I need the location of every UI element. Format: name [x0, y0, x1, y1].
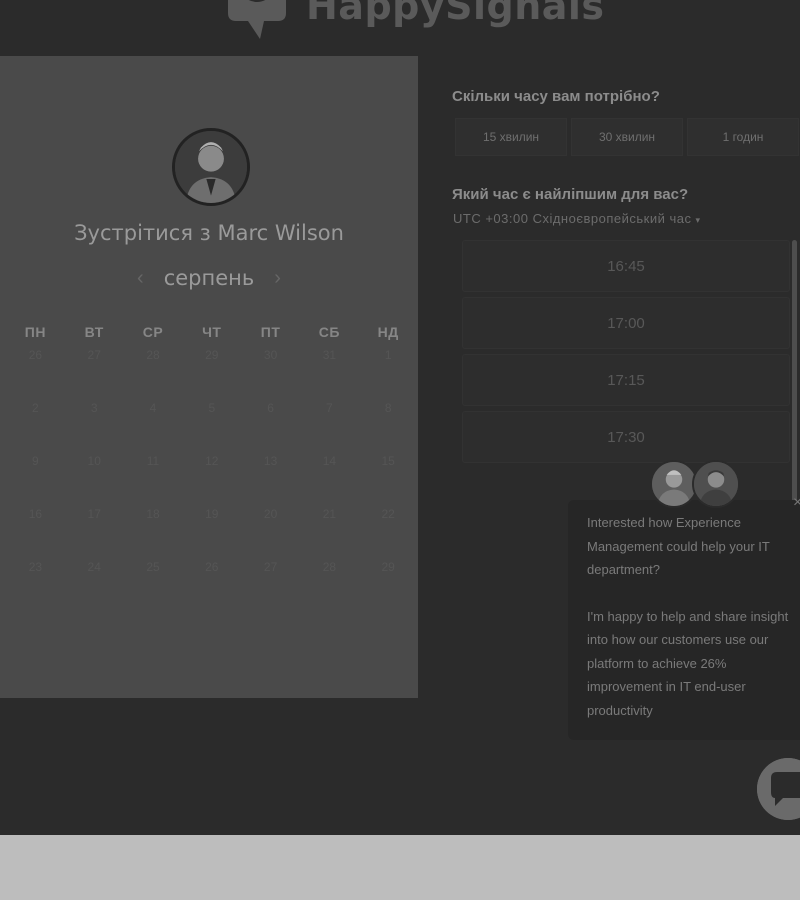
- calendar-day[interactable]: 27: [241, 558, 300, 611]
- month-label: серпень: [163, 266, 255, 290]
- calendar-day[interactable]: 12: [182, 452, 241, 505]
- agent-avatar: [650, 460, 698, 508]
- calendar-day[interactable]: 24: [65, 558, 124, 611]
- calendar-day[interactable]: 28: [300, 558, 359, 611]
- time-slot[interactable]: 16:45: [462, 240, 790, 292]
- calendar-day[interactable]: 30: [241, 346, 300, 399]
- weekday-label: ВТ: [84, 324, 104, 340]
- calendar-day[interactable]: 16: [6, 505, 65, 558]
- calendar-day[interactable]: 2: [6, 399, 65, 452]
- calendar-day[interactable]: 31: [300, 346, 359, 399]
- month-navigation: ‹ серпень ›: [0, 266, 418, 290]
- calendar-day[interactable]: 22: [359, 505, 418, 558]
- chat-message-intro: Interested how Experience Management cou…: [587, 515, 770, 577]
- close-icon[interactable]: ×: [793, 494, 800, 512]
- duration-option-60[interactable]: 1 годин: [687, 118, 799, 156]
- chat-message: Interested how Experience Management cou…: [587, 511, 800, 745]
- logo-icon: [228, 0, 286, 39]
- calendar-day[interactable]: 26: [6, 346, 65, 399]
- calendar-day[interactable]: 3: [65, 399, 124, 452]
- calendar-day[interactable]: 7: [300, 399, 359, 452]
- calendar-day[interactable]: 28: [124, 346, 183, 399]
- duration-option-15[interactable]: 15 хвилин: [455, 118, 567, 156]
- calendar-day[interactable]: 29: [182, 346, 241, 399]
- weekday-label: СБ: [318, 324, 340, 340]
- calendar-day[interactable]: 1: [359, 346, 418, 399]
- calendar-day[interactable]: 11: [124, 452, 183, 505]
- chat-launcher-button[interactable]: [757, 758, 800, 820]
- weekday-label: СР: [142, 324, 164, 340]
- timezone-label: UTC +03:00 Східноєвропейський час: [453, 211, 692, 226]
- calendar-day[interactable]: 19: [182, 505, 241, 558]
- page-overlay: HappySignals Зустрітися з Marc Wilson ‹ …: [0, 0, 800, 835]
- duration-question: Скільки часу вам потрібно?: [452, 88, 660, 105]
- timezone-selector[interactable]: UTC +03:00 Східноєвропейський час ▾: [453, 211, 701, 226]
- calendar-day[interactable]: 26: [182, 558, 241, 611]
- chevron-left-icon[interactable]: ‹: [137, 267, 144, 290]
- calendar-day[interactable]: 8: [359, 399, 418, 452]
- calendar-day[interactable]: 10: [65, 452, 124, 505]
- caret-down-icon: ▾: [695, 215, 701, 225]
- calendar-day[interactable]: 5: [182, 399, 241, 452]
- duration-option-30[interactable]: 30 хвилин: [571, 118, 683, 156]
- weekday-label: ПН: [24, 324, 46, 340]
- weekday-label: ЧТ: [202, 324, 222, 340]
- weekday-label: ПТ: [260, 324, 281, 340]
- chat-avatars: [650, 460, 750, 510]
- calendar-day[interactable]: 27: [65, 346, 124, 399]
- calendar-day[interactable]: 17: [65, 505, 124, 558]
- weekday-label: НД: [377, 324, 399, 340]
- calendar-day[interactable]: 23: [6, 558, 65, 611]
- chat-bubble-icon: [757, 758, 800, 820]
- calendar-day[interactable]: 25: [124, 558, 183, 611]
- calendar-day[interactable]: 29: [359, 558, 418, 611]
- calendar-day[interactable]: 4: [124, 399, 183, 452]
- calendar-day[interactable]: 21: [300, 505, 359, 558]
- time-slot[interactable]: 17:30: [462, 411, 790, 463]
- calendar-day[interactable]: 20: [241, 505, 300, 558]
- host-avatar: [172, 128, 250, 206]
- weekday-header: ПН ВТ СР ЧТ ПТ СБ НД: [6, 324, 418, 340]
- calendar-day[interactable]: 14: [300, 452, 359, 505]
- calendar-day[interactable]: 13: [241, 452, 300, 505]
- meeting-title: Зустрітися з Marc Wilson: [74, 221, 344, 245]
- header-logo: HappySignals: [220, 0, 605, 46]
- agent-avatar: [692, 460, 740, 508]
- time-slot[interactable]: 17:00: [462, 297, 790, 349]
- logo-text: HappySignals: [306, 0, 605, 28]
- calendar-days-grid: 26 27 28 29 30 31 1 2 3 4 5 6 7 8 9 10 11 12 13 14 15 16 17 18 1…: [6, 346, 418, 611]
- calendar-day[interactable]: 6: [241, 399, 300, 452]
- time-slot[interactable]: 17:15: [462, 354, 790, 406]
- duration-options: 15 хвилин 30 хвилин 1 годин: [455, 118, 799, 156]
- time-question: Який час є найліпшим для вас?: [452, 186, 689, 203]
- calendar-day[interactable]: 9: [6, 452, 65, 505]
- time-slot-list: 16:45 17:00 17:15 17:30: [462, 240, 790, 468]
- calendar-day[interactable]: 15: [359, 452, 418, 505]
- calendar-day[interactable]: 18: [124, 505, 183, 558]
- calendar-panel: Зустрітися з Marc Wilson ‹ серпень › ПН …: [0, 56, 418, 698]
- chevron-right-icon[interactable]: ›: [274, 267, 281, 290]
- chat-message-body: I'm happy to help and share insight into…: [587, 608, 789, 718]
